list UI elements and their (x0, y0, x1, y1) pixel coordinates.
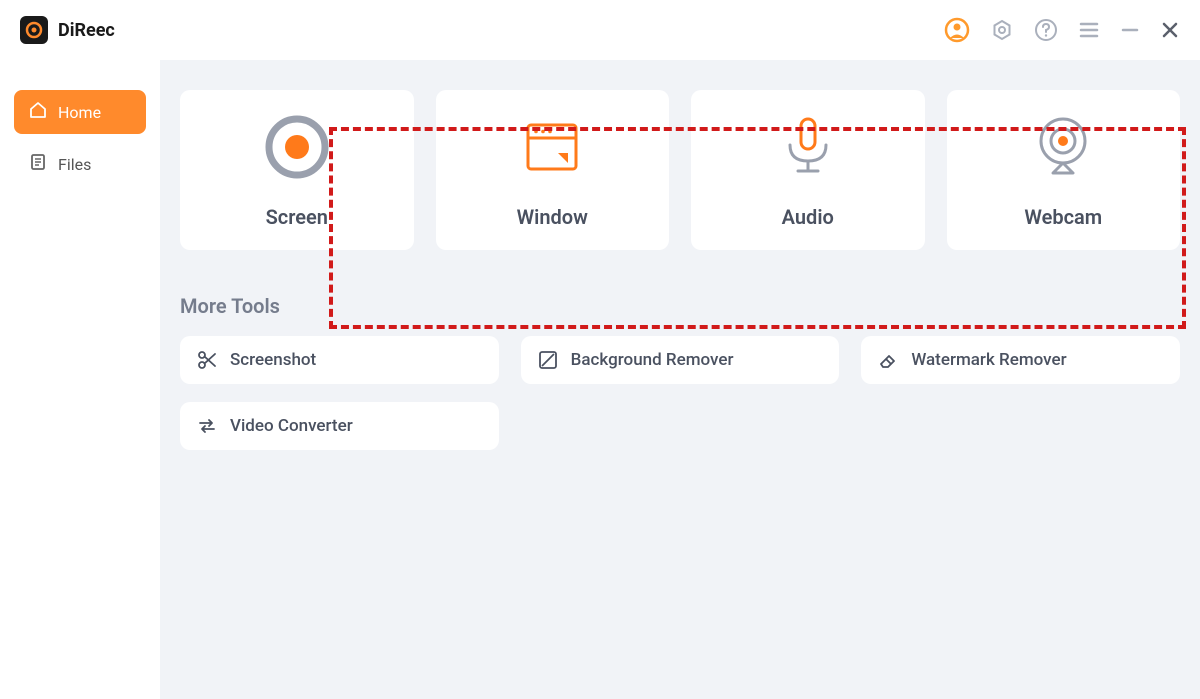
record-screen-icon (261, 111, 333, 183)
sidebar-item-files[interactable]: Files (14, 142, 146, 186)
main-content: Screen Window (160, 60, 1200, 699)
tool-label: Screenshot (230, 350, 316, 370)
tool-video-converter[interactable]: Video Converter (180, 402, 499, 450)
tool-label: Background Remover (571, 350, 734, 370)
tool-label: Watermark Remover (911, 350, 1066, 370)
titlebar-right (944, 17, 1180, 43)
recorder-label: Audio (782, 205, 834, 229)
window-icon (516, 111, 588, 183)
recorder-audio[interactable]: Audio (691, 90, 925, 250)
recorder-screen[interactable]: Screen (180, 90, 414, 250)
recorder-grid: Screen Window (176, 90, 1184, 250)
microphone-icon (772, 111, 844, 183)
app-logo (20, 16, 48, 44)
recorder-label: Webcam (1024, 205, 1102, 229)
close-icon[interactable] (1160, 20, 1180, 40)
recorder-label: Window (517, 205, 588, 229)
more-tools-title: More Tools (176, 294, 1184, 318)
titlebar-left: DiReec (20, 16, 115, 44)
tool-label: Video Converter (230, 416, 353, 436)
tools-grid-row2: Video Converter (176, 402, 1184, 450)
help-icon[interactable] (1034, 18, 1058, 42)
menu-icon[interactable] (1078, 19, 1100, 41)
app-title: DiReec (58, 20, 115, 41)
sidebar-item-label: Home (58, 103, 101, 122)
scissors-icon (196, 349, 218, 371)
files-icon (28, 152, 48, 176)
sidebar-item-home[interactable]: Home (14, 90, 146, 134)
convert-icon (196, 415, 218, 437)
sidebar: Home Files (0, 60, 160, 699)
bg-remove-icon (537, 349, 559, 371)
tool-background-remover[interactable]: Background Remover (521, 336, 840, 384)
tools-grid-row1: Screenshot Background Remover (176, 336, 1184, 384)
tool-screenshot[interactable]: Screenshot (180, 336, 499, 384)
titlebar: DiReec (0, 0, 1200, 60)
tool-watermark-remover[interactable]: Watermark Remover (861, 336, 1180, 384)
minimize-icon[interactable] (1120, 20, 1140, 40)
recorder-window[interactable]: Window (436, 90, 670, 250)
sidebar-item-label: Files (58, 155, 91, 174)
home-icon (28, 100, 48, 124)
eraser-icon (877, 349, 899, 371)
recorder-label: Screen (266, 205, 328, 229)
webcam-icon (1027, 111, 1099, 183)
settings-icon[interactable] (990, 18, 1014, 42)
account-icon[interactable] (944, 17, 970, 43)
recorder-webcam[interactable]: Webcam (947, 90, 1181, 250)
